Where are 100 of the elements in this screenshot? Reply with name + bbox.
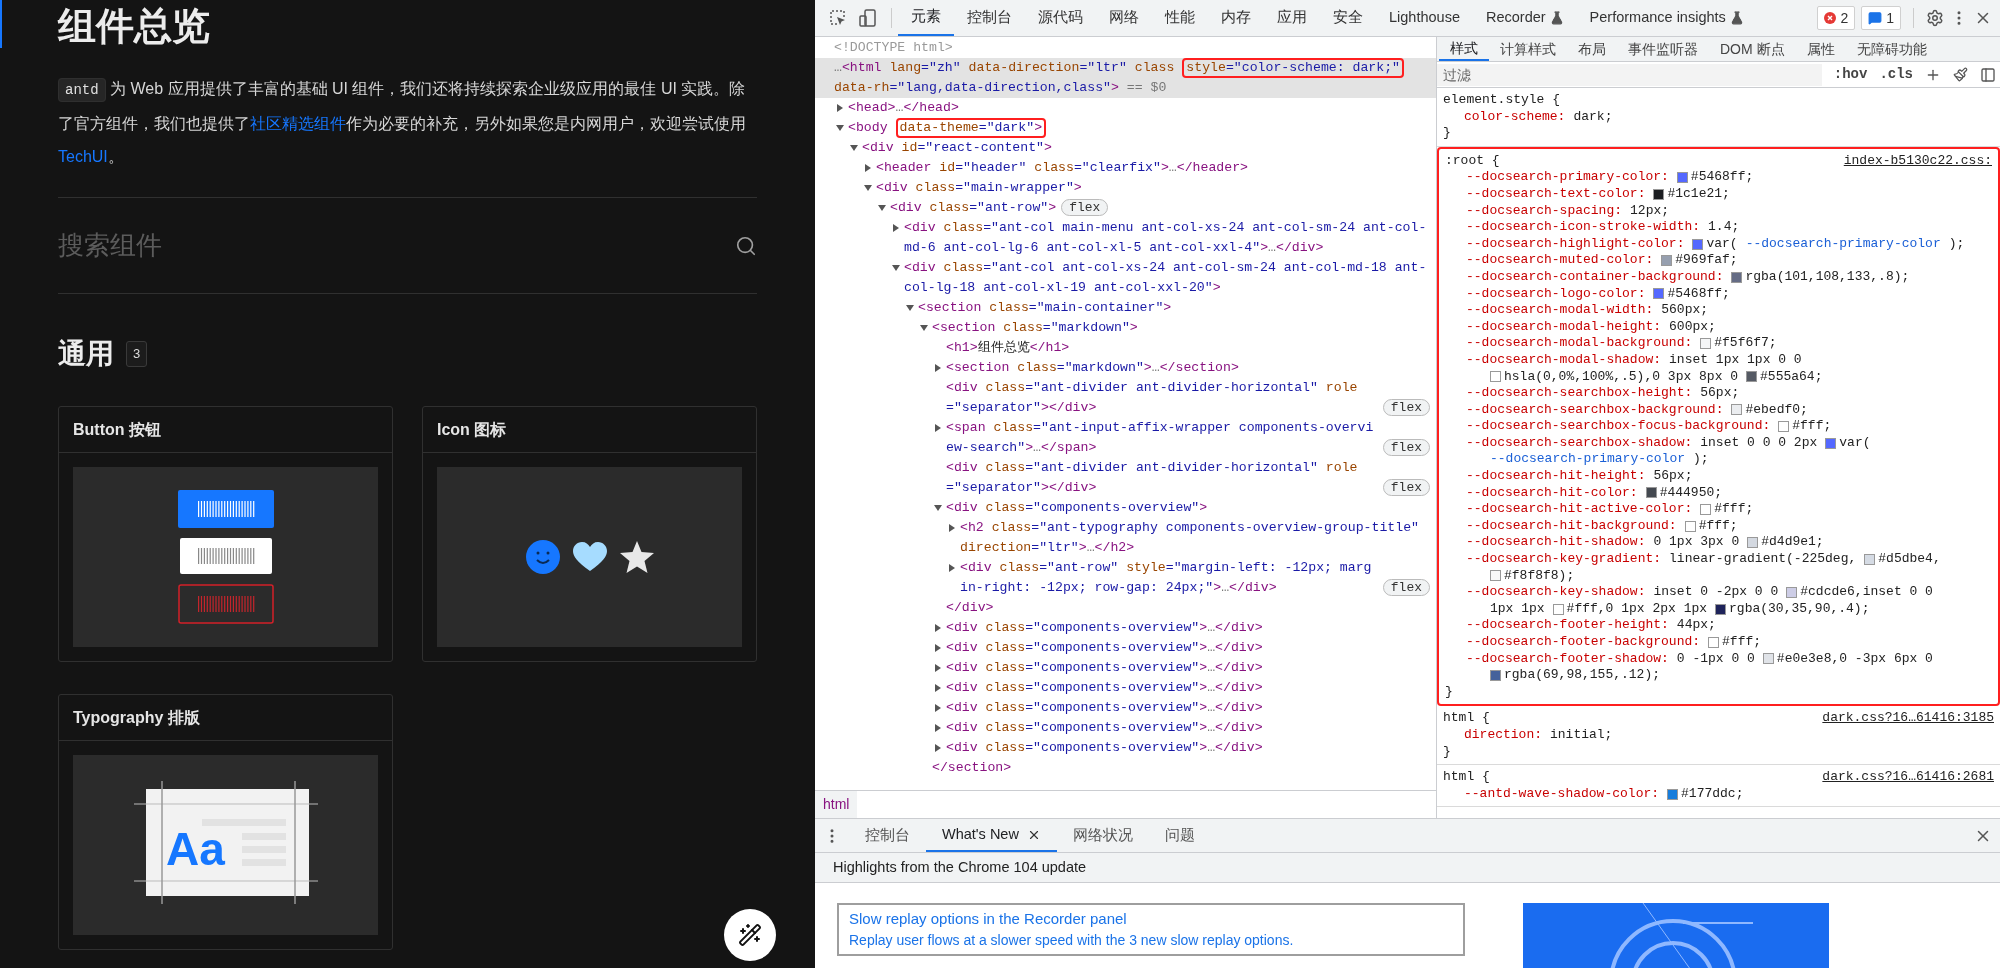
collapse-arrow-icon[interactable] <box>906 304 914 312</box>
color-swatch[interactable] <box>1864 553 1876 565</box>
color-swatch[interactable] <box>1552 603 1564 615</box>
message-count-badge[interactable]: 1 <box>1861 6 1901 30</box>
color-swatch[interactable] <box>1708 636 1720 648</box>
color-swatch[interactable] <box>1667 788 1679 800</box>
component-card[interactable]: Icon 图标 <box>422 406 757 662</box>
color-swatch[interactable] <box>1825 437 1837 449</box>
sidebar-toggle-icon[interactable] <box>1980 66 1996 83</box>
color-swatch[interactable] <box>1653 288 1665 300</box>
color-swatch[interactable] <box>1490 371 1501 383</box>
color-swatch[interactable] <box>1645 487 1657 499</box>
color-swatch[interactable] <box>1778 421 1790 433</box>
color-swatch[interactable] <box>1746 371 1758 383</box>
error-count-badge[interactable]: 2 <box>1817 6 1856 30</box>
panel-tab[interactable]: Recorder <box>1472 0 1577 36</box>
flex-badge[interactable]: flex <box>1382 479 1430 496</box>
inspect-icon[interactable] <box>829 9 847 27</box>
panel-tab[interactable]: 网络 <box>1096 0 1152 36</box>
color-swatch[interactable] <box>1786 587 1798 598</box>
expand-arrow-icon[interactable] <box>948 564 956 572</box>
breadcrumb-item[interactable]: html <box>815 791 858 818</box>
sidebar-tab[interactable]: 无障碍功能 <box>1845 37 1938 61</box>
expand-arrow-icon[interactable] <box>934 704 942 712</box>
color-swatch[interactable] <box>1700 504 1712 516</box>
css-source-link[interactable]: dark.css?16…61416:2681 <box>1822 769 1994 786</box>
collapse-arrow-icon[interactable] <box>836 124 844 132</box>
sidebar-tab[interactable]: 布局 <box>1567 37 1617 61</box>
panel-tab[interactable]: 源代码 <box>1025 0 1096 36</box>
panel-tab[interactable]: 安全 <box>1320 0 1376 36</box>
feature-title[interactable]: Slow replay options in the Recorder panel <box>849 908 1453 930</box>
expand-arrow-icon[interactable] <box>934 424 942 432</box>
color-swatch[interactable] <box>1715 603 1727 615</box>
expand-arrow-icon[interactable] <box>864 164 872 172</box>
feature-card[interactable]: Slow replay options in the Recorder panel Replay user flows at a slower speed with the 3 new slow replay options. <box>837 903 1465 956</box>
expand-arrow-icon[interactable] <box>934 684 942 692</box>
sidebar-tab[interactable]: 属性 <box>1795 37 1846 61</box>
collapse-arrow-icon[interactable] <box>920 324 928 332</box>
css-variable-link[interactable]: --docsearch-primary-color <box>1490 451 1686 469</box>
flex-badge[interactable]: flex <box>1382 399 1430 416</box>
expand-arrow-icon[interactable] <box>934 644 942 652</box>
expand-arrow-icon[interactable] <box>948 524 956 532</box>
color-swatch[interactable] <box>1490 670 1501 681</box>
paintbrush-icon[interactable] <box>1953 67 1968 82</box>
expand-arrow-icon[interactable] <box>892 224 900 232</box>
color-swatch[interactable] <box>1676 172 1688 184</box>
panel-tab[interactable]: 控制台 <box>954 0 1025 36</box>
search-icon[interactable] <box>735 234 757 257</box>
color-swatch[interactable] <box>1700 338 1712 350</box>
css-source-link[interactable]: index-b5130c22.css: <box>1843 152 1992 170</box>
flex-badge[interactable]: flex <box>1061 199 1109 216</box>
sidebar-tab[interactable]: 计算样式 <box>1489 37 1567 61</box>
color-swatch[interactable] <box>1684 520 1696 532</box>
panel-tab[interactable]: 性能 <box>1152 0 1208 36</box>
color-swatch[interactable] <box>1731 404 1743 416</box>
expand-arrow-icon[interactable] <box>934 744 942 752</box>
search-field[interactable]: 搜索组件 <box>58 226 735 265</box>
expand-arrow-icon[interactable] <box>836 104 844 112</box>
style-toggle-button[interactable]: :hov <box>1833 64 1868 85</box>
collapse-arrow-icon[interactable] <box>892 264 900 272</box>
component-card[interactable]: Button 按钮 <box>58 406 393 662</box>
color-swatch[interactable] <box>1490 570 1501 582</box>
sidebar-tab[interactable]: 事件监听器 <box>1617 37 1709 61</box>
flex-badge[interactable]: flex <box>1382 439 1430 456</box>
panel-tab[interactable]: 应用 <box>1264 0 1320 36</box>
style-toggle-button[interactable]: .cls <box>1879 64 1913 85</box>
color-swatch[interactable] <box>1747 537 1759 549</box>
collapse-arrow-icon[interactable] <box>934 504 942 512</box>
color-swatch[interactable] <box>1731 271 1743 283</box>
magic-wand-button[interactable] <box>724 909 776 961</box>
css-variable-link[interactable]: --docsearch-primary-color <box>1745 235 1941 253</box>
drawer-tab[interactable]: 问题 <box>1148 819 1211 852</box>
expand-arrow-icon[interactable] <box>934 724 942 732</box>
panel-tab[interactable]: Performance insights <box>1576 0 1757 36</box>
filter-field[interactable]: 过滤 <box>1437 63 1822 86</box>
collapse-arrow-icon[interactable] <box>864 184 872 192</box>
drawer-tab[interactable]: 网络状况 <box>1056 819 1149 852</box>
selected-dom-row[interactable]: …<html lang="zh" data-direction="ltr" class style="color-scheme: dark;" data-rh="lang,data-direction,class"> == $0 <box>815 58 1436 98</box>
color-swatch[interactable] <box>1653 188 1665 200</box>
collapse-arrow-icon[interactable] <box>850 144 858 152</box>
component-card[interactable]: Typography 排版 Aa <box>58 694 393 950</box>
flex-badge[interactable]: flex <box>1382 579 1430 596</box>
color-swatch[interactable] <box>1661 255 1673 267</box>
collapse-arrow-icon[interactable] <box>878 204 886 212</box>
text-link[interactable]: 社区精选组件 <box>250 115 346 132</box>
expand-arrow-icon[interactable] <box>934 624 942 632</box>
drawer-tab[interactable]: 控制台 <box>849 819 926 852</box>
css-source-link[interactable]: dark.css?16…61416:3185 <box>1822 710 1994 727</box>
expand-arrow-icon[interactable] <box>934 364 942 372</box>
text-link[interactable]: TechUI <box>58 148 108 165</box>
panel-tab[interactable]: 内存 <box>1208 0 1264 36</box>
color-swatch[interactable] <box>1692 238 1704 250</box>
sidebar-tab[interactable]: 样式 <box>1439 37 1489 61</box>
panel-tab[interactable]: Lighthouse <box>1376 0 1473 36</box>
settings-icon[interactable] <box>1926 9 1944 27</box>
sidebar-tab[interactable]: DOM 断点 <box>1709 37 1796 61</box>
panel-tab[interactable]: 元素 <box>898 0 954 36</box>
expand-arrow-icon[interactable] <box>934 664 942 672</box>
color-swatch[interactable] <box>1762 653 1774 665</box>
device-toolbar-icon[interactable] <box>859 9 877 27</box>
